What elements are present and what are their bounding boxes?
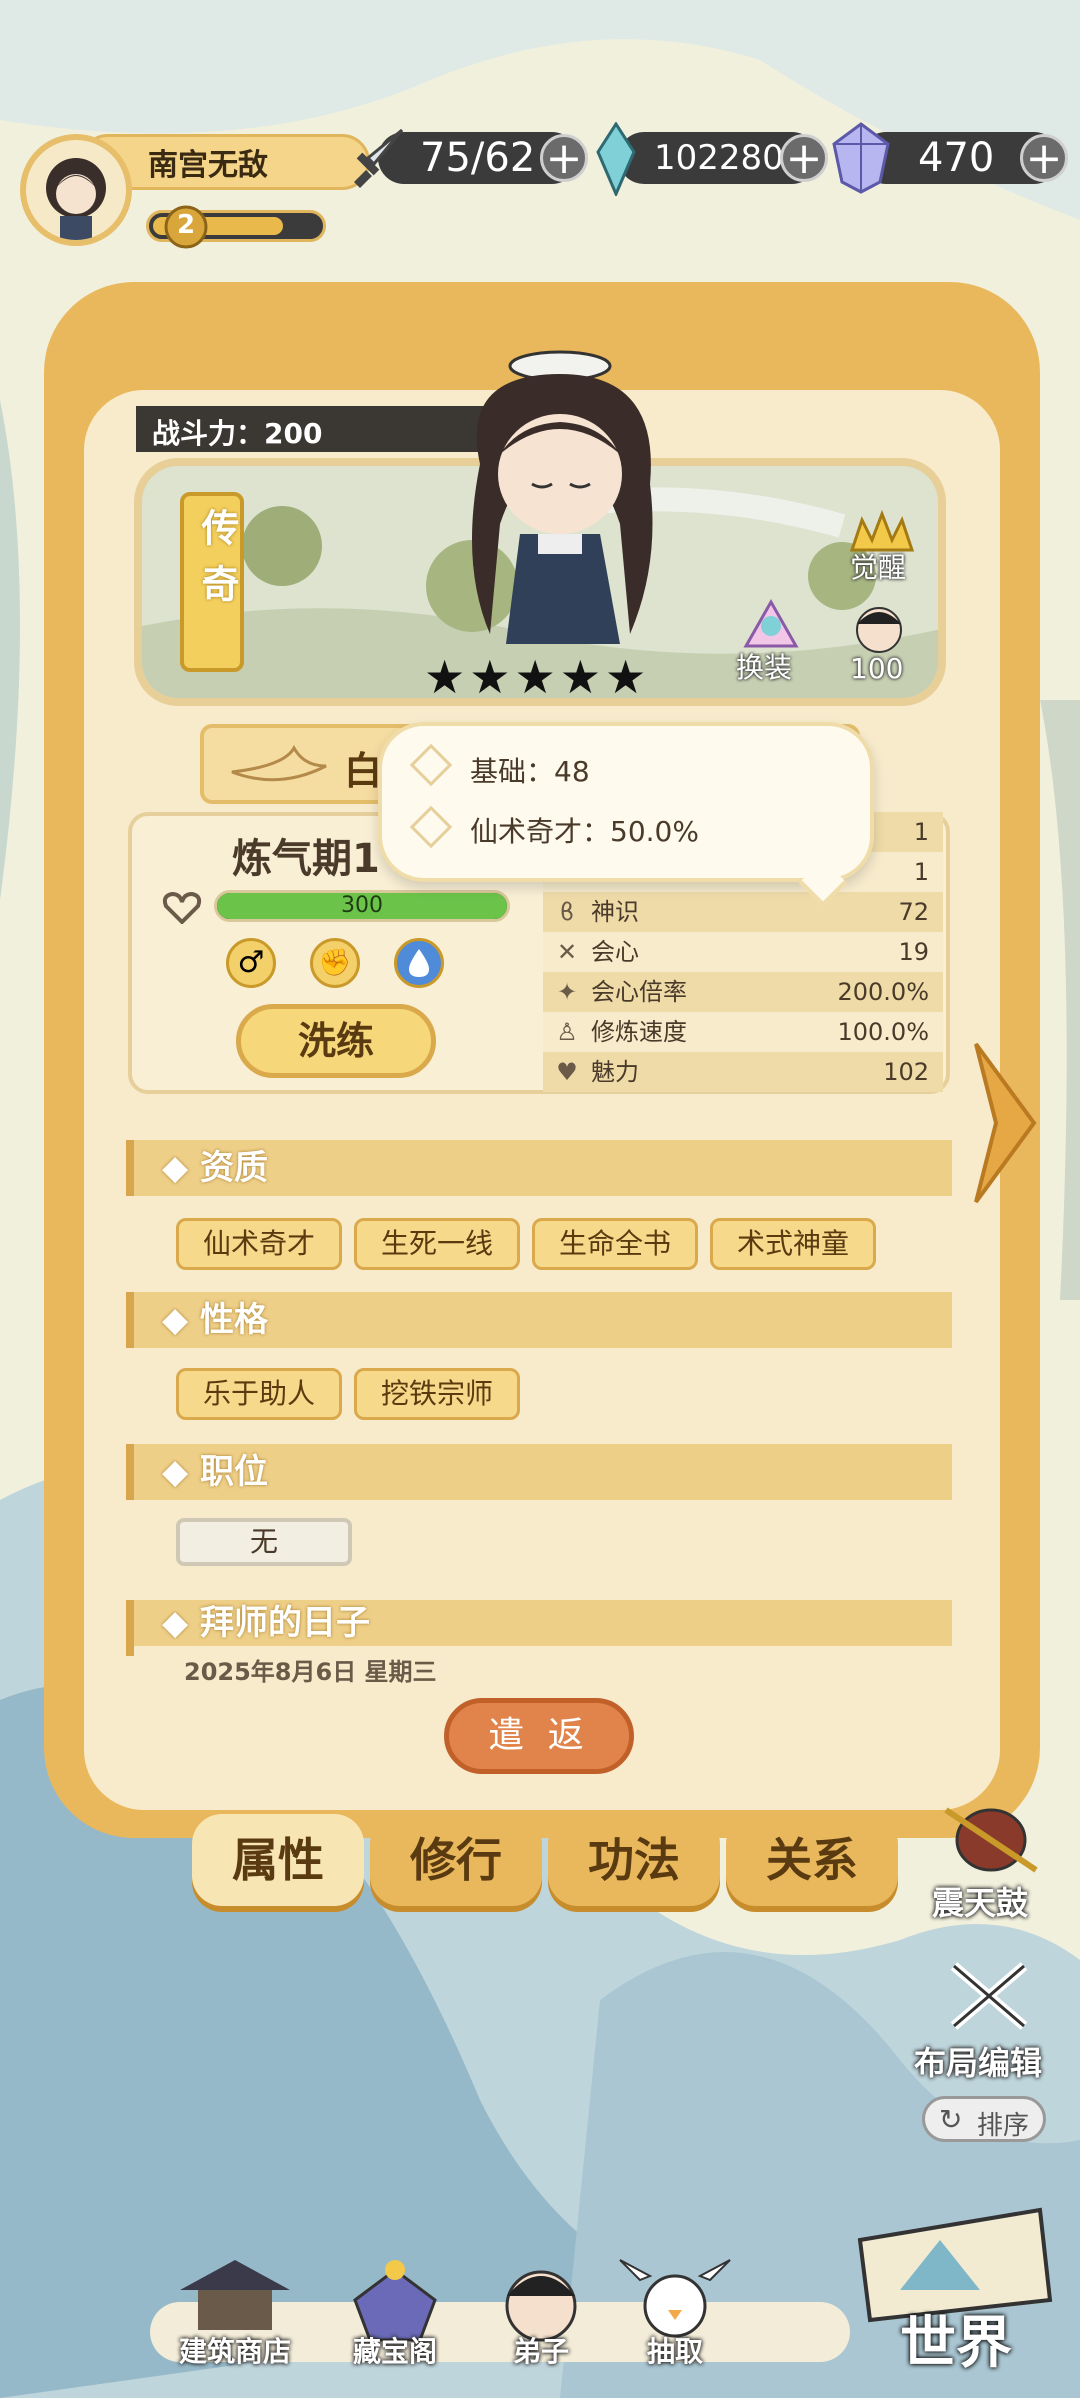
world-button[interactable]: 世界 (840, 2180, 1066, 2380)
sort-button[interactable]: ↻ 排序 (922, 2096, 1046, 2142)
realm-label: 炼气期1 (232, 836, 380, 882)
boat-emblem-icon (231, 744, 327, 782)
aptitude-header: ◆ 资质 (126, 1140, 952, 1196)
hp-bar: 300 (214, 890, 510, 922)
refine-button[interactable]: 洗练 (236, 1004, 436, 1078)
crossed-arrows-icon (950, 1962, 1028, 2030)
dismiss-button[interactable]: 遣 返 (444, 1698, 634, 1774)
position-header: ◆ 职位 (126, 1444, 952, 1500)
nav-disciples[interactable]: 弟子 (466, 2250, 616, 2370)
layout-edit-button[interactable]: 布局编辑 (914, 1956, 1064, 2086)
tab-cultivation[interactable]: 修行 (370, 1814, 542, 1906)
affection-indicator[interactable]: 100 (844, 596, 924, 686)
attribute-tooltip: 基础：48 仙术奇才：50.0% (378, 722, 874, 882)
player-name: 南宫无敌 (148, 148, 268, 183)
stat-value: 200.0% (837, 978, 929, 1006)
cultivate-icon: ♙ (556, 1018, 578, 1046)
aptitude-tag[interactable]: 生命全书 (532, 1218, 699, 1270)
personality-tags: 乐于助人 挖铁宗师 (176, 1368, 976, 1420)
stat-value: 72 (898, 898, 929, 926)
crit-icon: ✕ (556, 938, 578, 966)
stat-label: 魅力 (591, 1058, 639, 1086)
stat-value: 1 (913, 818, 929, 846)
water-drop-icon (409, 949, 429, 977)
stat-row: ✦ 会心倍率 200.0% (543, 972, 943, 1012)
diamond-bullet-icon (409, 743, 453, 787)
apprentice-date: 2025年8月6日 星期三 (184, 1658, 437, 1686)
diamond-bullet-icon (409, 805, 453, 849)
aptitude-tag[interactable]: 生死一线 (354, 1218, 521, 1270)
heart-icon: ♥ (556, 1058, 578, 1086)
outfit-button[interactable]: 换装 (726, 596, 816, 686)
stat-value: 102 (883, 1058, 929, 1086)
awaken-button[interactable]: 觉醒 (832, 509, 932, 590)
nav-draw[interactable]: 抽取 (600, 2250, 750, 2370)
stat-row: ♙ 修炼速度 100.0% (543, 1012, 943, 1052)
character-sprite (472, 350, 653, 644)
stat-label: 会心 (591, 938, 639, 966)
refresh-icon: ↻ (939, 2103, 963, 2136)
drum-icon (944, 1807, 1038, 1873)
position-value[interactable]: 无 (176, 1518, 352, 1566)
add-stamina-button[interactable]: + (540, 134, 588, 182)
sword-icon (354, 128, 404, 188)
aptitude-tag[interactable]: 仙术奇才 (176, 1218, 343, 1270)
nav-building-shop[interactable]: 建筑商店 (160, 2250, 310, 2370)
stat-value: 1 (913, 858, 929, 886)
fist-icon: ✊ (310, 938, 360, 988)
avatar[interactable] (20, 134, 132, 246)
avatar-portrait-icon (46, 158, 106, 240)
tab-relations[interactable]: 关系 (726, 1814, 898, 1906)
gender-icon: ♂ (226, 938, 276, 988)
rarity-banner: 传奇 (180, 492, 244, 672)
stat-label: 修炼速度 (591, 1018, 687, 1046)
tab-techniques[interactable]: 功法 (548, 1814, 720, 1906)
personality-header: ◆ 性格 (126, 1292, 952, 1348)
stat-value: 100.0% (837, 1018, 929, 1046)
crit-rate-icon: ✦ (556, 978, 578, 1006)
personality-tag[interactable]: 挖铁宗师 (354, 1368, 521, 1420)
add-gem-button[interactable]: + (1020, 134, 1068, 182)
heart-outline-icon (162, 891, 202, 924)
mind-icon: ϐ (559, 898, 575, 926)
nav-treasure-pavilion[interactable]: 藏宝阁 (320, 2250, 470, 2370)
water-element-icon (394, 938, 444, 988)
stat-value: 19 (898, 938, 929, 966)
stat-label: 神识 (591, 898, 639, 926)
gem-icon (832, 122, 890, 194)
aptitude-tags: 仙术奇才 生死一线 生命全书 术式神童 (176, 1218, 976, 1270)
tab-attributes[interactable]: 属性 (192, 1814, 364, 1906)
jade-crystal-icon (596, 122, 636, 196)
aptitude-tag[interactable]: 术式神童 (710, 1218, 877, 1270)
player-badge[interactable]: 南宫无敌 2 (20, 134, 370, 249)
apprentice-date-header: ◆ 拜师的日子 (126, 1600, 952, 1656)
star-rating: ★★★★★ (424, 650, 651, 704)
stat-row: ϐ 神识 72 (543, 892, 943, 932)
next-disciple-arrow-icon[interactable] (970, 1038, 1040, 1208)
level-badge: 2 (160, 204, 212, 250)
stat-row: ♥ 魅力 102 (543, 1052, 943, 1092)
stat-row: ✕ 会心 19 (543, 932, 943, 972)
stat-label: 会心倍率 (591, 978, 687, 1006)
personality-tag[interactable]: 乐于助人 (176, 1368, 343, 1420)
add-spirit-stone-button[interactable]: + (780, 134, 828, 182)
master-face-icon (856, 607, 902, 653)
drum-button[interactable]: 震天鼓 (926, 1800, 1056, 1922)
